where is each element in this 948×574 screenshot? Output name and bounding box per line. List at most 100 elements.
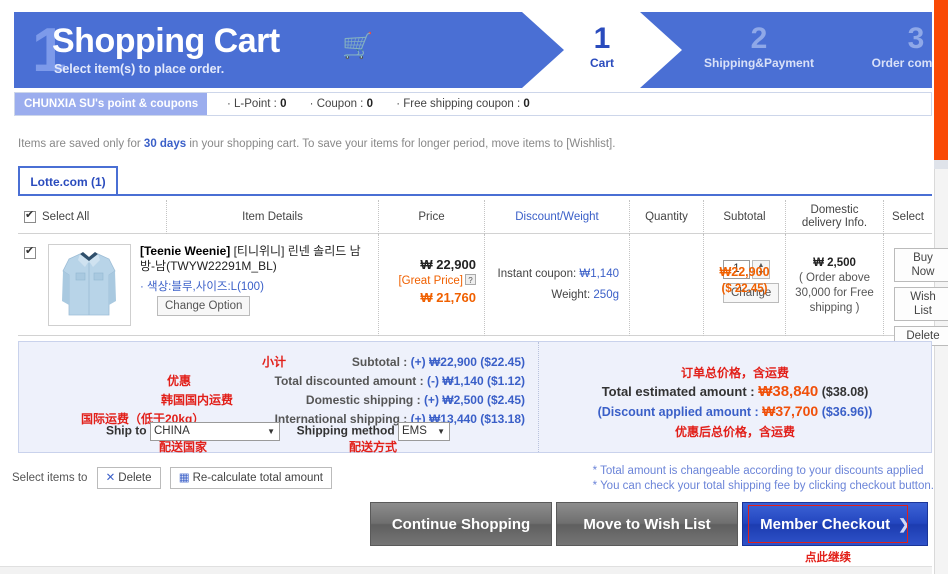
summary-domestic-sign: (+) xyxy=(423,393,443,407)
summary-subtotal-sign: (+) xyxy=(410,355,429,369)
great-price-badge: [Great Price]? xyxy=(398,273,476,289)
chevron-down-icon: ▼ xyxy=(267,427,275,436)
discount-line-prefix: (Discount applied amount : xyxy=(597,405,763,419)
coupon-value: 0 xyxy=(366,98,373,110)
select-actions-cell: Buy Now Wish List Delete xyxy=(883,234,948,346)
right-strip-divider xyxy=(934,160,948,169)
notice-suffix: in your shopping cart. To save your item… xyxy=(186,138,616,150)
quantity-cell: 1 ▲ ▼ Change xyxy=(629,234,780,336)
total-zh-top: 订单总价格，含运费 xyxy=(680,366,789,380)
delivery-note-2: 30,000 for Free xyxy=(795,287,874,299)
delivery-info: ₩ 2,500 ( Order above 30,000 for Free sh… xyxy=(786,256,883,316)
change-option-button[interactable]: Change Option xyxy=(157,296,251,316)
total-estimated-amount: Total estimated amount : ₩38,840 ($38.08… xyxy=(539,383,931,400)
summary-discount-zh: 优惠 xyxy=(167,374,192,388)
discount-applied-amount: (Discount applied amount : ₩37,700 ($36.… xyxy=(539,403,931,419)
summary-subtotal-label: Subtotal : xyxy=(351,355,411,369)
bulk-delete-button[interactable]: ✕ Delete xyxy=(96,467,161,489)
summary-subtotal-usd: ($22.45) xyxy=(476,355,525,369)
vertical-scrollbar-track[interactable] xyxy=(934,169,948,574)
summary-breakdown: Subtotal : (+) ₩22,900 ($22.45) 小计 Total… xyxy=(19,342,537,454)
product-thumbnail[interactable] xyxy=(48,244,131,326)
sale-price: ₩ 21,760 xyxy=(420,290,476,305)
member-checkout-label: Member Checkout xyxy=(760,515,891,533)
summary-subtotal-zh: 小计 xyxy=(262,355,287,369)
continue-shopping-button[interactable]: Continue Shopping xyxy=(370,502,552,546)
cart-retention-notice: Items are saved only for 30 days in your… xyxy=(18,138,615,150)
weight-value: 250g xyxy=(593,289,619,301)
select-items-label: Select items to xyxy=(12,472,88,485)
header-discount-weight[interactable]: Discount/Weight xyxy=(484,200,629,234)
discount-applied-usd: ($36.96)) xyxy=(818,405,873,419)
header-select: Select xyxy=(883,200,932,234)
shipping-method-value: EMS xyxy=(402,425,427,437)
page-header: 1 Shopping Cart 🛒 Select item(s) to plac… xyxy=(14,12,932,88)
step-shipping-label: Shipping&Payment xyxy=(703,56,814,70)
summary-domestic-zh: 韩国国内运费 xyxy=(161,393,234,407)
cart-table-header: Select All Item Details Price Discount/W… xyxy=(18,200,932,234)
delivery-fee: ₩ 2,500 xyxy=(813,257,856,269)
page-subtitle: Select item(s) to place order. xyxy=(54,62,225,76)
ship-to-value: CHINA xyxy=(153,425,190,437)
delivery-note-1: ( Order above xyxy=(799,272,870,284)
chevron-down-icon-2: ▼ xyxy=(437,427,446,436)
lpoint-label: · L-Point : xyxy=(227,98,281,110)
shopping-cart-page: 1 Shopping Cart 🛒 Select item(s) to plac… xyxy=(0,0,948,574)
price-cell: ₩ 22,900 [Great Price]? ₩ 21,760 xyxy=(378,234,484,336)
total-usd: ($38.08) xyxy=(818,385,869,399)
weight-line: Weight: 250g xyxy=(498,285,619,306)
wish-list-button[interactable]: Wish List xyxy=(894,287,948,321)
item-select-checkbox[interactable] xyxy=(24,245,36,259)
note-line-2: * You can check your total shipping fee … xyxy=(592,480,934,492)
shopping-basket-icon: 🛒 xyxy=(342,32,374,60)
step-cart-number: 1 xyxy=(593,22,611,55)
summary-discount-krw: ₩1,140 xyxy=(442,374,484,388)
move-to-wish-list-button[interactable]: Move to Wish List xyxy=(556,502,738,546)
item-action-buttons: Buy Now Wish List Delete xyxy=(894,248,948,351)
header-domestic-line2: delivery Info. xyxy=(801,217,868,229)
delivery-note-3: shipping ) xyxy=(809,302,860,314)
tab-lotte-com[interactable]: Lotte.com (1) xyxy=(18,166,118,196)
total-krw: ₩38,840 xyxy=(758,383,819,400)
checkout-steps: 1 Cart 2 Shipping&Payment 3 Order comple… xyxy=(492,12,932,88)
shipping-method-select[interactable]: EMS ▼ xyxy=(398,422,451,441)
ship-to-zh: 配送国家 xyxy=(159,440,208,454)
grid-icon: ▦ xyxy=(178,472,190,484)
user-name: CHUNXIA SU xyxy=(24,98,96,110)
product-name[interactable]: [Teenie Weenie] [티니위니] 린넨 솔리드 남방-남(TWYW2… xyxy=(140,244,365,274)
step-cart[interactable]: 1 Cart xyxy=(522,12,682,88)
checkout-notes: * Total amount is changeable according t… xyxy=(593,464,934,494)
step-order-complete[interactable]: 3 Order complete xyxy=(836,12,932,88)
coupon-label: · Coupon : xyxy=(309,98,367,110)
subtotal-krw: ₩22,900 xyxy=(719,265,770,279)
bulk-actions: Select items to ✕ Delete ▦ Re-calculate to… xyxy=(12,467,332,489)
recalculate-button[interactable]: ▦ Re-calculate total amount xyxy=(169,467,332,489)
summary-discount-usd: ($1.12) xyxy=(483,374,525,388)
step-cart-label: Cart xyxy=(589,56,614,70)
item-details-cell: [Teenie Weenie] [티니위니] 린넨 솔리드 남방-남(TWYW2… xyxy=(18,234,378,336)
total-zh-bottom: 优惠后总价格，含运费 xyxy=(674,425,795,439)
chevron-right-icon: ❯ xyxy=(898,515,910,532)
subtotal-cell: ₩22,900 ($ 22.45) xyxy=(703,234,785,336)
step-complete-number: 3 xyxy=(907,22,925,55)
weight-label: Weight: xyxy=(551,289,594,301)
discount-applied-krw: ₩37,700 xyxy=(762,403,819,419)
shirt-image xyxy=(49,245,130,325)
instant-coupon-value: ₩1,140 xyxy=(579,268,619,280)
buy-now-button[interactable]: Buy Now xyxy=(894,248,948,282)
domestic-delivery-cell: ₩ 2,500 ( Order above 30,000 for Free sh… xyxy=(785,234,883,336)
select-all-checkbox[interactable] xyxy=(24,209,36,223)
header-select-all[interactable]: Select All xyxy=(18,200,166,234)
summary-discount-label: Total discounted amount : xyxy=(274,374,427,388)
summary-discount-sign: (-) xyxy=(426,374,443,388)
help-icon[interactable]: ? xyxy=(465,274,476,285)
user-points-label: CHUNXIA SU's point & coupons xyxy=(15,93,208,115)
price-block: ₩ 22,900 [Great Price]? ₩ 21,760 xyxy=(398,256,476,306)
shipping-method-zh: 配送方式 xyxy=(349,440,398,454)
step-shipping-payment[interactable]: 2 Shipping&Payment xyxy=(668,12,850,88)
subtotal-amount: ₩22,900 ($ 22.45) xyxy=(704,264,785,298)
member-checkout-button[interactable]: Member Checkout ❯ xyxy=(742,502,928,546)
lpoint-value: 0 xyxy=(280,98,287,110)
summary-domestic-krw: ₩2,500 xyxy=(442,393,484,407)
points-coupons-bar: CHUNXIA SU's point & coupons · L-Point :… xyxy=(14,92,932,116)
